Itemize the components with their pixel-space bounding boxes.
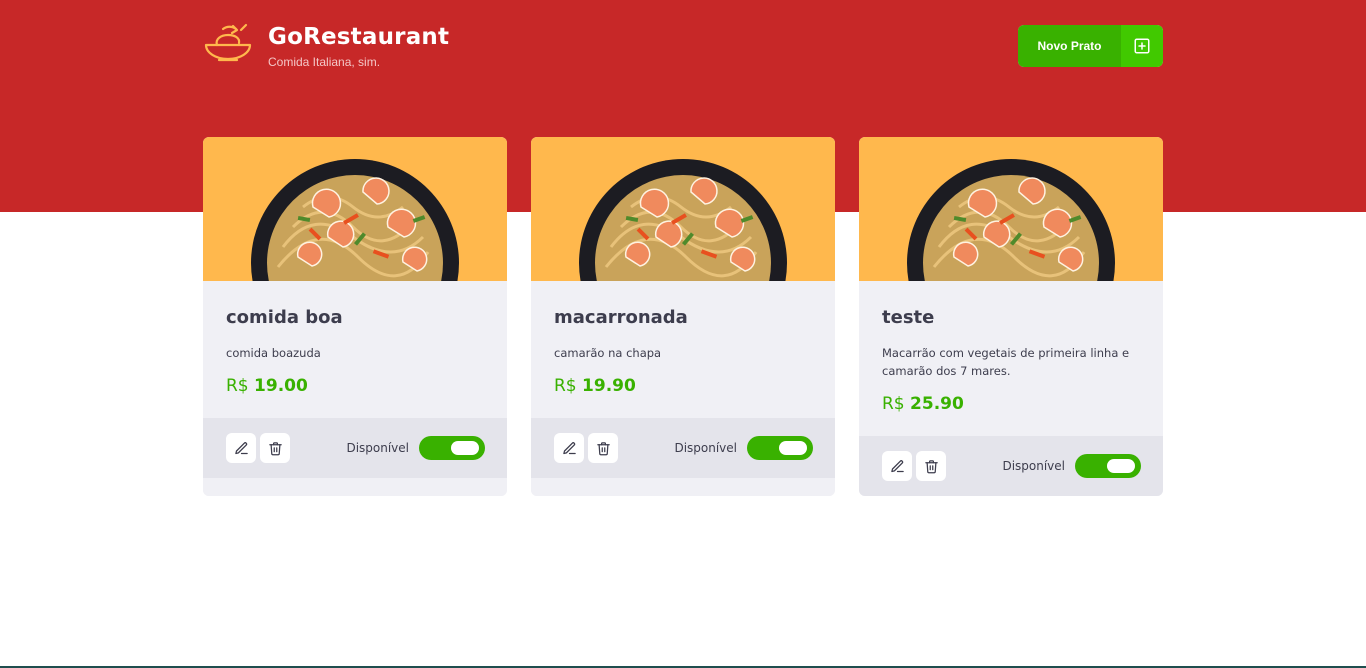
toggle-knob <box>1107 459 1135 473</box>
food-actions <box>226 433 290 463</box>
pencil-icon <box>234 441 248 454</box>
availability-label: Disponível <box>674 441 737 455</box>
availability-label: Disponível <box>1002 459 1065 473</box>
availability: Disponível <box>674 436 813 460</box>
price-currency: R$ <box>226 376 249 396</box>
availability-toggle[interactable] <box>419 436 485 460</box>
trash-icon <box>924 459 938 473</box>
delete-button[interactable] <box>916 451 946 481</box>
delete-button[interactable] <box>588 433 618 463</box>
logo: GoRestaurant Comida Italiana, sim. <box>203 20 449 70</box>
food-card-footer: Disponível <box>531 418 835 478</box>
availability-toggle[interactable] <box>747 436 813 460</box>
availability-toggle[interactable] <box>1075 454 1141 478</box>
price-value: 25.90 <box>910 394 964 414</box>
food-price: R$ 19.90 <box>554 376 812 396</box>
food-card-body: teste Macarrão com vegetais de primeira … <box>859 281 1163 436</box>
food-name: comida boa <box>226 307 343 328</box>
food-image <box>203 137 507 281</box>
food-description: Macarrão com vegetais de primeira linha … <box>882 346 1130 378</box>
toggle-knob <box>779 441 807 455</box>
app-header: GoRestaurant Comida Italiana, sim. Novo … <box>203 20 1163 80</box>
pencil-icon <box>562 441 576 454</box>
food-grid: comida boa comida boazuda R$ 19.00 Dispo… <box>203 137 1163 496</box>
food-card-footer: Disponível <box>203 418 507 478</box>
trash-icon <box>596 441 610 455</box>
availability: Disponível <box>346 436 485 460</box>
toggle-knob <box>451 441 479 455</box>
app-subtitle: Comida Italiana, sim. <box>268 55 381 69</box>
price-currency: R$ <box>882 394 905 414</box>
food-price: R$ 25.90 <box>882 394 1140 414</box>
app-title: GoRestaurant <box>268 24 450 50</box>
price-currency: R$ <box>554 376 577 396</box>
food-card-footer: Disponível <box>859 436 1163 496</box>
bowl-icon <box>204 23 252 62</box>
availability-label: Disponível <box>346 441 409 455</box>
food-card: macarronada camarão na chapa R$ 19.90 Di… <box>531 137 835 496</box>
food-price: R$ 19.00 <box>226 376 484 396</box>
food-name: teste <box>882 307 935 328</box>
edit-button[interactable] <box>882 451 912 481</box>
food-image <box>531 137 835 281</box>
pencil-icon <box>890 459 904 472</box>
food-card: comida boa comida boazuda R$ 19.00 Dispo… <box>203 137 507 496</box>
edit-button[interactable] <box>226 433 256 463</box>
edit-button[interactable] <box>554 433 584 463</box>
price-value: 19.90 <box>582 376 636 396</box>
trash-icon <box>268 441 282 455</box>
food-actions <box>554 433 618 463</box>
food-name: macarronada <box>554 307 688 328</box>
food-actions <box>882 451 946 481</box>
food-card-body: macarronada camarão na chapa R$ 19.90 <box>531 281 835 418</box>
food-image <box>859 137 1163 281</box>
food-description: comida boazuda <box>226 346 321 360</box>
plus-square-icon <box>1121 25 1163 67</box>
new-dish-button-label: Novo Prato <box>1018 25 1121 67</box>
new-dish-button[interactable]: Novo Prato <box>1018 25 1163 67</box>
food-card-body: comida boa comida boazuda R$ 19.00 <box>203 281 507 418</box>
availability: Disponível <box>1002 454 1141 478</box>
food-description: camarão na chapa <box>554 346 662 360</box>
price-value: 19.00 <box>254 376 308 396</box>
food-card: teste Macarrão com vegetais de primeira … <box>859 137 1163 496</box>
delete-button[interactable] <box>260 433 290 463</box>
